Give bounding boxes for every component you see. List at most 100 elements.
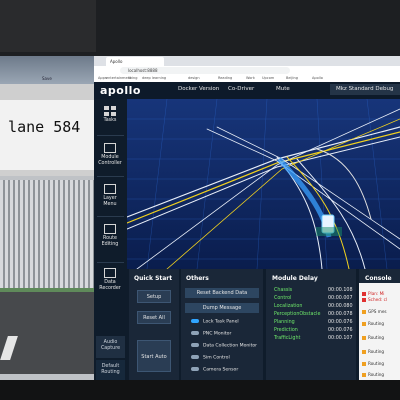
sidebar-item-label: Module Controller — [98, 155, 122, 166]
console-message: Plan: Mi — [362, 291, 384, 296]
start-auto-button[interactable]: Start Auto — [137, 340, 171, 372]
sidebar-item-tasks[interactable]: Tasks — [96, 106, 124, 124]
camera-sensor-toggle[interactable]: Camera Sensor — [191, 367, 238, 373]
delay-row: Chassis — [274, 288, 292, 293]
screen-photo: Save e lane 584 Apollo localhost:8888 Ap… — [0, 0, 400, 400]
sidebar-item-label: Tasks — [103, 118, 117, 123]
others-title: Others — [186, 275, 209, 282]
map-scene[interactable] — [127, 99, 400, 269]
console-message: Routing — [362, 335, 384, 340]
delay-row: Localization — [274, 304, 302, 309]
delay-value: 00:00.076 — [328, 328, 353, 333]
apollo-logo: apollo — [100, 84, 141, 97]
layer-menu-icon — [104, 184, 116, 194]
delay-row: 00:00.007 — [328, 296, 353, 301]
module-delay-panel — [266, 269, 356, 382]
address-bar[interactable]: localhost:8888 — [120, 67, 290, 74]
sidebar-divider — [97, 176, 124, 177]
sidebar-item-route-editing[interactable]: Route Editing — [96, 224, 124, 247]
console-message-text: GPS mes — [368, 309, 387, 314]
sidebar-item-label: Route Editing — [101, 236, 119, 247]
module-delay-title: Module Delay — [272, 275, 318, 282]
sidebar-item-layer-menu[interactable]: Layer Menu — [96, 184, 124, 207]
delay-module-name: Prediction — [274, 328, 298, 333]
warning-icon — [362, 336, 366, 340]
console-message-text: Routing — [368, 372, 385, 377]
console-message: Sched: cl — [362, 297, 387, 302]
delay-value: 00:00.076 — [328, 320, 353, 325]
delay-row: Control — [274, 296, 291, 301]
delay-value: 00:00.080 — [328, 304, 353, 309]
lock-task-panel-toggle[interactable]: Lock Task Panel — [191, 319, 239, 325]
delay-row: 00:00.080 — [328, 304, 353, 309]
console-message-text: Sched: cl — [368, 297, 388, 302]
bookmark-item[interactable]: Apollo — [312, 76, 323, 80]
reset-all-button[interactable]: Reset All — [137, 311, 171, 324]
toggle-switch — [191, 355, 199, 359]
console-message: Routing — [362, 361, 384, 366]
delay-module-name: TrafficLight — [274, 336, 301, 341]
error-icon — [362, 292, 366, 296]
sim-control-toggle[interactable]: Sim Control — [191, 355, 230, 361]
data-collection-monitor-toggle[interactable]: Data Collection Monitor — [191, 343, 257, 349]
bookmark-item[interactable]: Beijing — [286, 76, 298, 80]
toggle-switch — [191, 319, 199, 323]
reset-backend-data-button[interactable]: Reset Backend Data — [185, 288, 259, 298]
delay-row: 00:00.076 — [328, 320, 353, 325]
delay-module-name: PerceptionObstacle — [274, 312, 321, 317]
delay-module-name: Control — [274, 296, 292, 301]
delay-row: PerceptionObstacle — [274, 312, 320, 317]
tasks-icon — [104, 106, 116, 116]
data-recorder-icon — [104, 268, 116, 278]
bookmark-item[interactable]: Upcom — [262, 76, 274, 80]
delay-value: 00:00.078 — [328, 312, 353, 317]
background-dark — [0, 0, 96, 52]
scene-background — [127, 99, 400, 269]
console-message-text: Plan: Mi — [368, 291, 385, 296]
bookmark-item[interactable]: design — [188, 76, 200, 80]
sidebar-divider — [97, 135, 124, 136]
bookmark-item[interactable]: Reading — [218, 76, 232, 80]
toggle-switch — [191, 331, 199, 335]
module-controller-icon — [104, 143, 116, 153]
warning-icon — [362, 362, 366, 366]
toggle-label: Lock Task Panel — [203, 319, 239, 325]
error-icon — [362, 298, 366, 302]
bookmark-item[interactable]: living — [128, 76, 137, 80]
dump-message-button[interactable]: Dump Message — [185, 303, 259, 313]
pnc-monitor-toggle[interactable]: PNC Monitor — [191, 331, 231, 337]
sidebar-divider — [97, 262, 124, 263]
delay-module-name: Localization — [274, 304, 303, 309]
sidebar-item-data-recorder[interactable]: Data Recorder — [96, 268, 124, 291]
delay-value: 00:00.108 — [328, 288, 353, 293]
toggle-label: Sim Control — [203, 355, 230, 361]
delay-value: 00:00.007 — [328, 296, 353, 301]
default-routing-button[interactable]: Default Routing — [96, 360, 125, 382]
route-editing-icon — [104, 224, 116, 234]
toggle-label: Data Collection Monitor — [203, 343, 258, 349]
co-driver-toggle[interactable]: Co-Driver — [228, 86, 254, 92]
setup-button[interactable]: Setup — [137, 290, 171, 303]
warning-icon — [362, 373, 366, 377]
mode-selector[interactable]: Mkz Standard Debug — [330, 84, 400, 95]
audio-capture-button[interactable]: Audio Capture — [96, 336, 125, 358]
road-surface — [0, 292, 96, 374]
delay-value: 00:00.107 — [328, 336, 353, 341]
bookmark-item[interactable]: deep learning — [142, 76, 166, 80]
sidebar-item-label: Layer Menu — [103, 196, 117, 207]
console-message: Routing — [362, 372, 384, 377]
delay-row: Planning — [274, 320, 295, 325]
vehicle-shadow — [316, 227, 342, 236]
docker-version: Docker Version — [178, 86, 220, 92]
console-message: Routing — [362, 321, 384, 326]
mute-toggle[interactable]: Mute — [276, 86, 290, 92]
building-facade — [0, 180, 96, 292]
delay-module-name: Planning — [274, 320, 295, 325]
console-message: GPS mes — [362, 309, 387, 314]
browser-tab[interactable]: Apollo — [106, 57, 164, 66]
bookmark-item[interactable]: Work — [246, 76, 255, 80]
delay-module-name: Chassis — [274, 288, 293, 293]
delay-row: 00:00.078 — [328, 312, 353, 317]
monitor-bezel — [0, 380, 400, 400]
sidebar-item-module-controller[interactable]: Module Controller — [96, 143, 124, 166]
